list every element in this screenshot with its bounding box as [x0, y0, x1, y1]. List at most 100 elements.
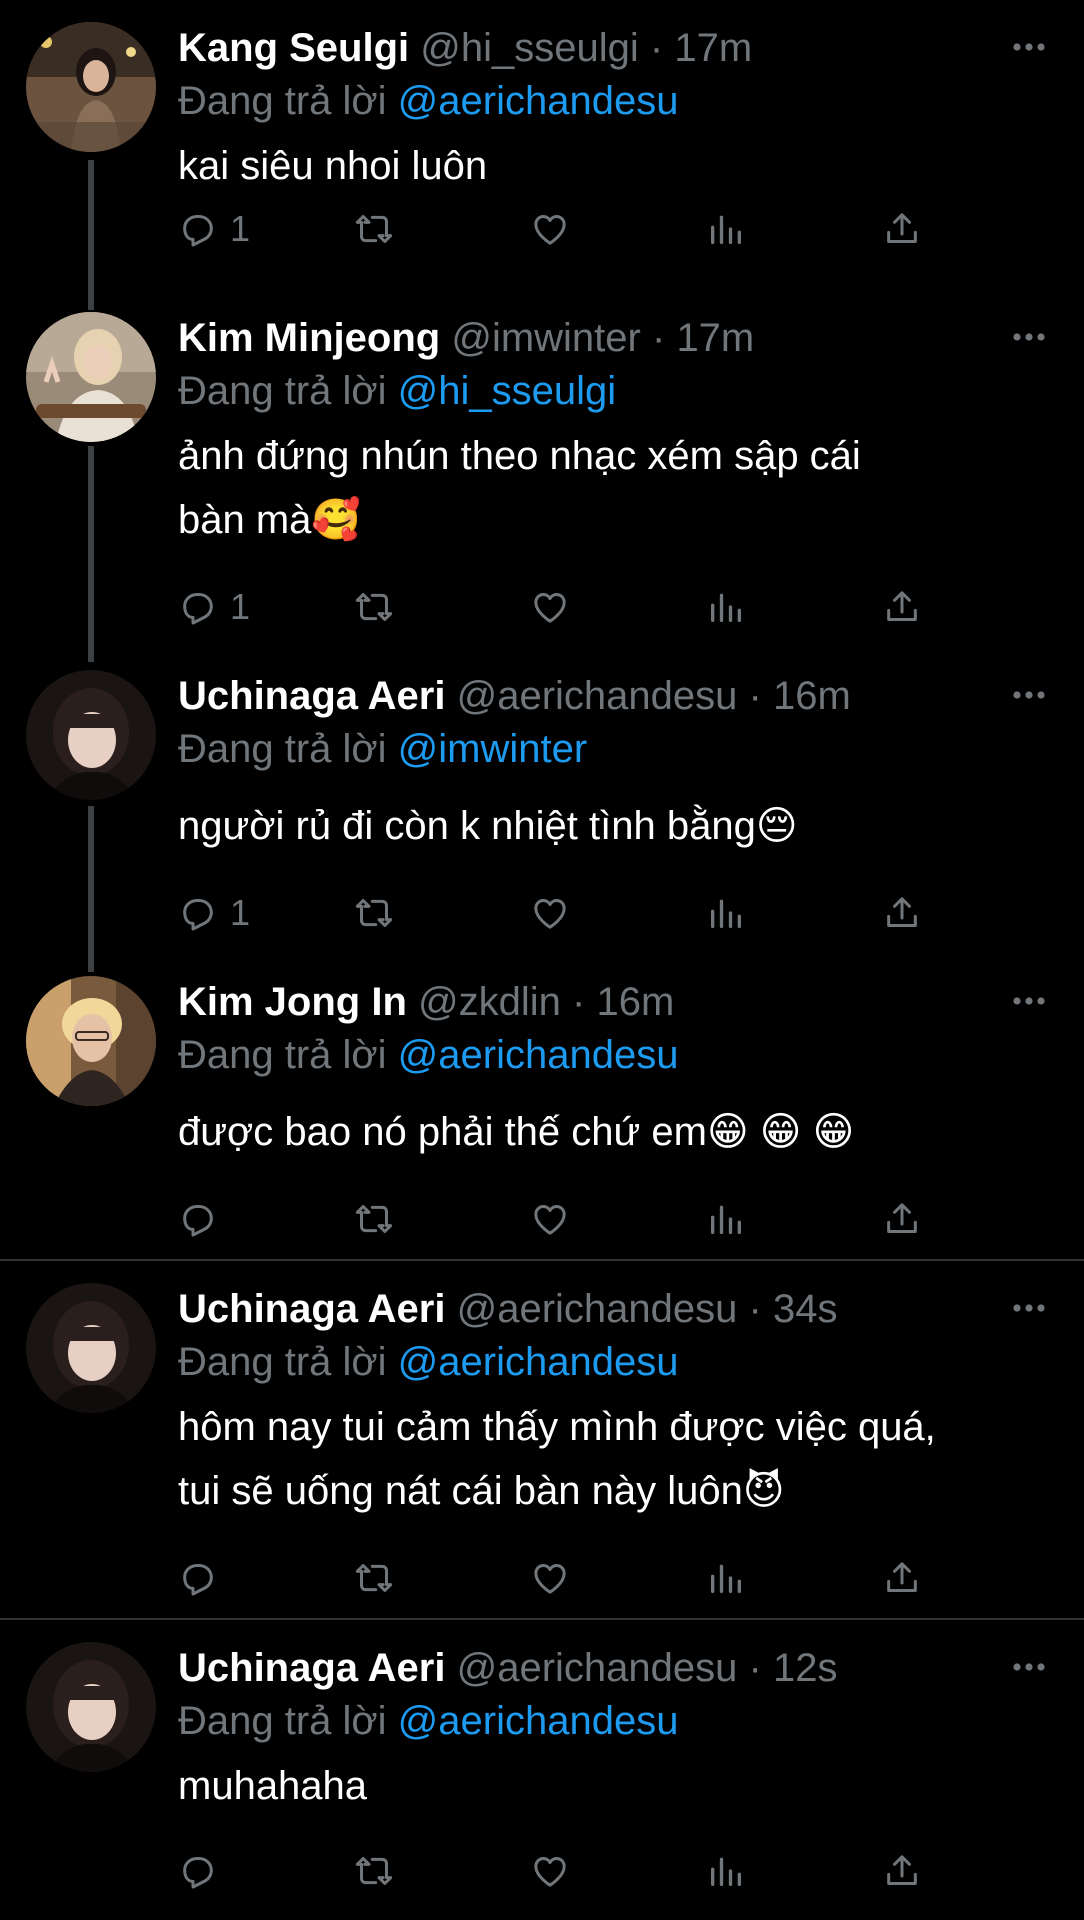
like-button[interactable] [530, 582, 570, 632]
thread-line [88, 160, 94, 310]
username[interactable]: @aerichandesu [457, 1646, 738, 1690]
more-icon[interactable] [1012, 996, 1046, 1006]
share-icon [887, 591, 917, 621]
timestamp[interactable]: 16m [773, 674, 851, 718]
replying-to: Đang trả lời @aerichandesu [178, 1694, 678, 1748]
reply-icon [183, 1564, 213, 1596]
tweet-text-line: bàn mà🥰 [178, 498, 362, 542]
more-icon[interactable] [1012, 690, 1046, 700]
timestamp[interactable]: 17m [676, 316, 754, 360]
avatar[interactable] [26, 1642, 156, 1772]
reply-button[interactable] [178, 1194, 230, 1244]
analytics-button[interactable] [706, 582, 746, 632]
retweet-button[interactable] [354, 888, 394, 938]
reply-count: 1 [230, 586, 251, 627]
display-name[interactable]: Uchinaga Aeri [178, 674, 445, 718]
tweet-text: kai siêu nhoi luôn [178, 134, 1058, 198]
reply-icon [183, 1857, 213, 1889]
avatar[interactable] [26, 312, 156, 442]
separator-dot: · [748, 1646, 762, 1690]
analytics-button[interactable] [706, 1553, 746, 1603]
timestamp[interactable]: 12s [773, 1646, 838, 1690]
username[interactable]: @aerichandesu [457, 1287, 738, 1331]
analytics-button[interactable] [706, 1194, 746, 1244]
like-button[interactable] [530, 1553, 570, 1603]
retweet-icon [355, 899, 393, 927]
retweet-button[interactable] [354, 1846, 394, 1896]
analytics-icon [711, 593, 741, 622]
more-icon[interactable] [1012, 1303, 1046, 1313]
retweet-icon [355, 1205, 393, 1233]
tweet-text-line: muhahaha [178, 1764, 368, 1808]
retweet-button[interactable] [354, 1194, 394, 1244]
avatar[interactable] [26, 1283, 156, 1413]
reply-button[interactable]: 1 [178, 888, 250, 938]
username[interactable]: @aerichandesu [457, 674, 738, 718]
tweet-text: hôm nay tui cảm thấy mình được việc quá,… [178, 1395, 1058, 1523]
mention-link[interactable]: @aerichandesu [398, 1340, 679, 1384]
timestamp[interactable]: 17m [674, 26, 752, 70]
retweet-button[interactable] [354, 582, 394, 632]
retweet-button[interactable] [354, 204, 394, 254]
display-name[interactable]: Uchinaga Aeri [178, 1287, 445, 1331]
username[interactable]: @zkdlin [418, 980, 561, 1024]
share-button[interactable] [882, 888, 922, 938]
mention-link[interactable]: @aerichandesu [398, 1033, 679, 1077]
analytics-button[interactable] [706, 1846, 746, 1896]
mention-link[interactable]: @imwinter [398, 727, 588, 771]
like-button[interactable] [530, 1846, 570, 1896]
share-icon [887, 1562, 917, 1592]
more-icon[interactable] [1012, 42, 1046, 52]
tweet-text-line: tui sẽ uống nát cái bàn này luôn😈 [178, 1469, 785, 1513]
action-bar [178, 1194, 1038, 1244]
separator-dot: · [649, 26, 664, 70]
reply-icon [183, 899, 213, 931]
display-name[interactable]: Kim Minjeong [178, 316, 440, 360]
display-name[interactable]: Kim Jong In [178, 980, 407, 1024]
mention-link[interactable]: @aerichandesu [398, 1699, 679, 1743]
action-bar [178, 1846, 1038, 1896]
reply-button[interactable] [178, 1846, 230, 1896]
retweet-icon [355, 1857, 393, 1885]
username[interactable]: @hi_sseulgi [420, 26, 639, 70]
share-button[interactable] [882, 1553, 922, 1603]
timestamp[interactable]: 16m [596, 980, 674, 1024]
more-icon[interactable] [1012, 332, 1046, 342]
analytics-button[interactable] [706, 204, 746, 254]
share-button[interactable] [882, 1846, 922, 1896]
action-bar: 1 [178, 582, 1038, 632]
retweet-icon [355, 1564, 393, 1592]
separator-dot: · [572, 980, 586, 1024]
tweet-header: Kim Minjeong @imwinter · 17m [178, 312, 754, 364]
mention-link[interactable]: @hi_sseulgi [398, 369, 617, 413]
like-icon [534, 1564, 566, 1594]
tweet-text: người rủ đi còn k nhiệt tình bằng😔 [178, 794, 1058, 858]
more-icon[interactable] [1012, 1662, 1046, 1672]
analytics-button[interactable] [706, 888, 746, 938]
username[interactable]: @imwinter [451, 316, 641, 360]
display-name[interactable]: Kang Seulgi [178, 26, 409, 70]
reply-button[interactable]: 1 [178, 204, 250, 254]
reply-button[interactable]: 1 [178, 582, 250, 632]
reply-button[interactable] [178, 1553, 230, 1603]
retweet-button[interactable] [354, 1553, 394, 1603]
timestamp[interactable]: 34s [773, 1287, 838, 1331]
share-icon [887, 897, 917, 927]
display-name[interactable]: Uchinaga Aeri [178, 1646, 445, 1690]
like-button[interactable] [530, 888, 570, 938]
avatar[interactable] [26, 22, 156, 152]
reply-count: 1 [230, 892, 251, 933]
like-button[interactable] [530, 1194, 570, 1244]
tweet-text-line: người rủ đi còn k nhiệt tình bằng😔 [178, 804, 798, 848]
like-button[interactable] [530, 204, 570, 254]
mention-link[interactable]: @aerichandesu [398, 79, 679, 123]
share-button[interactable] [882, 204, 922, 254]
avatar[interactable] [26, 976, 156, 1106]
avatar[interactable] [26, 670, 156, 800]
share-button[interactable] [882, 1194, 922, 1244]
replying-to: Đang trả lời @imwinter [178, 722, 587, 776]
analytics-icon [711, 1564, 741, 1593]
analytics-icon [711, 1205, 741, 1234]
share-button[interactable] [882, 582, 922, 632]
reply-icon [183, 593, 213, 625]
